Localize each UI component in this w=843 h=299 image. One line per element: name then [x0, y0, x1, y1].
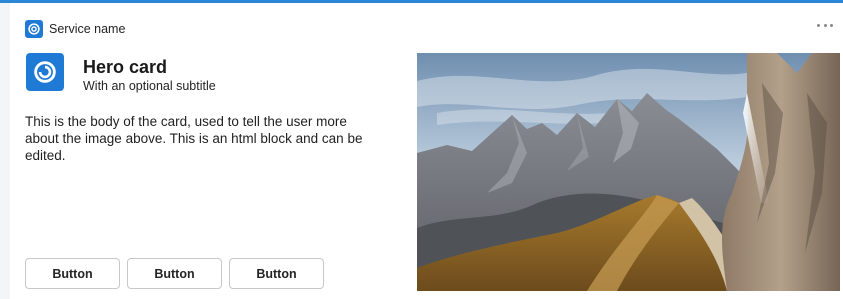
button-group: Button Button Button	[25, 258, 324, 289]
card-subtitle: With an optional subtitle	[83, 79, 216, 93]
card-title: Hero card	[83, 57, 168, 77]
card-header: Service name	[25, 18, 125, 40]
side-margin	[0, 3, 10, 299]
service-name: Service name	[49, 22, 126, 36]
hero-card: Service name Hero card With an optional …	[10, 3, 843, 299]
card-body-text: This is the body of the card, used to te…	[25, 114, 363, 163]
hero-image	[417, 53, 840, 291]
service-logo-icon	[25, 20, 43, 38]
action-button-3[interactable]: Button	[229, 258, 324, 289]
more-options-icon[interactable]	[817, 20, 833, 30]
action-button-2[interactable]: Button	[127, 258, 222, 289]
action-button-1[interactable]: Button	[25, 258, 120, 289]
hero-app-icon	[26, 53, 64, 91]
